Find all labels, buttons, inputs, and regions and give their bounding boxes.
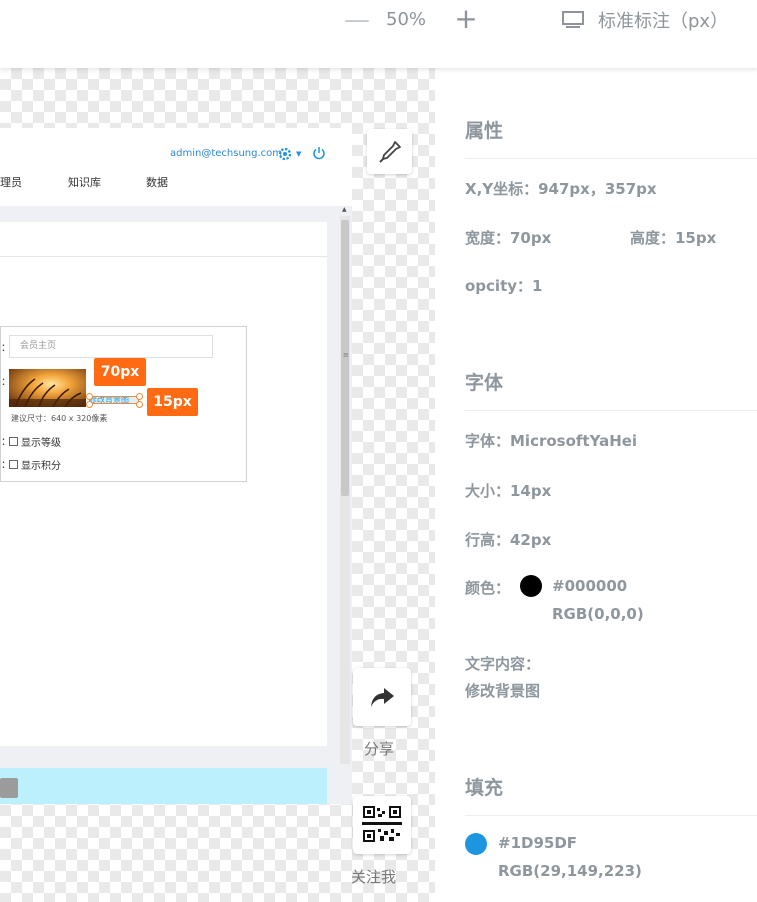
show-level-label: 显示等级 [21, 438, 61, 449]
selection-handle[interactable] [136, 401, 143, 408]
section-divider [465, 158, 757, 159]
power-icon[interactable] [312, 146, 326, 160]
height-value: 高度：15px [630, 229, 717, 247]
eyedropper-button[interactable] [367, 129, 412, 174]
fill-title: 填充 [465, 777, 504, 799]
font-title: 字体 [465, 372, 504, 394]
share-button[interactable] [353, 668, 411, 726]
text-content-value: 修改背景图 [465, 682, 541, 700]
selection-handle[interactable] [136, 393, 143, 400]
text-color-swatch [520, 575, 542, 597]
section-divider [465, 815, 757, 816]
homepage-title-input[interactable]: 会员主页 [9, 335, 213, 358]
design-canvas[interactable]: admin@techsung.com ▼ 理员 知识库 数据 ： 会员主页 ： [0, 68, 435, 902]
opacity-value: opcity：1 [465, 277, 543, 295]
width-dimension-tag: 70px [94, 358, 146, 386]
xy-coordinate: X,Y坐标：947px，357px [465, 180, 657, 198]
font-size-value: 大小：14px [465, 482, 552, 500]
settings-form-card: ： 会员主页 ： 修改背景图 建议尺寸：640 x 320像素 ： 显示等级 ：… [0, 326, 247, 482]
footer-button[interactable] [0, 778, 18, 798]
nav-item-admin[interactable]: 理员 [0, 174, 22, 190]
size-hint: 建议尺寸：640 x 320像素 [11, 414, 108, 423]
design-preview: admin@techsung.com ▼ 理员 知识库 数据 ： 会员主页 ： [0, 128, 352, 804]
zoom-level: 50% [386, 9, 427, 30]
content-panel: ： 会员主页 ： 修改背景图 建议尺寸：640 x 320像素 ： 显示等级 ：… [0, 222, 327, 746]
text-content-label: 文字内容： [465, 655, 541, 673]
show-points-label: 显示积分 [21, 461, 61, 472]
scroll-up-arrow[interactable]: ▲ [342, 206, 347, 213]
background-thumbnail [9, 369, 86, 407]
text-color-label: 颜色： [465, 579, 511, 597]
font-family-value: 字体：MicrosoftYaHei [465, 432, 638, 450]
height-dimension-tag: 15px [147, 388, 198, 416]
text-color-rgb: RGB(0,0,0) [552, 605, 644, 623]
design-header: admin@techsung.com ▼ 理员 知识库 数据 [0, 128, 352, 206]
monitor-icon [562, 11, 584, 28]
width-value: 宽度：70px [465, 229, 552, 247]
design-body: ： 会员主页 ： 修改背景图 建议尺寸：640 x 320像素 ： 显示等级 ：… [0, 206, 352, 804]
line-height-value: 行高：42px [465, 531, 552, 549]
attributes-title: 属性 [465, 120, 504, 142]
fill-color-rgb: RGB(29,149,223) [498, 862, 642, 880]
scrollbar-grip: ≡ [343, 351, 349, 359]
show-points-option[interactable]: 显示积分 [9, 457, 61, 472]
follow-label: 关注我 [351, 868, 397, 886]
qr-code-icon [362, 806, 402, 842]
nav-item-data[interactable]: 数据 [146, 174, 168, 190]
chevron-down-icon[interactable]: ▼ [296, 150, 301, 158]
section-divider [465, 410, 757, 411]
gear-icon[interactable] [277, 146, 293, 162]
annotation-mode-button[interactable]: 标准标注（px） [562, 6, 728, 34]
properties-panel: 属性 X,Y坐标：947px，357px 宽度：70px 高度：15px opc… [435, 68, 757, 902]
show-level-option[interactable]: 显示等级 [9, 434, 61, 449]
share-icon [371, 688, 394, 707]
text-color-hex: #000000 [552, 577, 628, 595]
annotation-mode-label: 标准标注（px） [598, 11, 729, 32]
selection-handle[interactable] [86, 393, 93, 400]
nav-item-knowledge[interactable]: 知识库 [68, 174, 101, 190]
fill-color-swatch [465, 833, 487, 855]
panel-divider [0, 256, 327, 257]
admin-email-link[interactable]: admin@techsung.com [170, 148, 282, 159]
show-points-checkbox[interactable] [9, 460, 18, 469]
footer-bar [0, 768, 327, 804]
selection-outline [89, 396, 139, 404]
zoom-out-button[interactable]: — [344, 7, 370, 33]
selection-handle[interactable] [86, 401, 93, 408]
share-label: 分享 [364, 740, 395, 758]
fill-color-hex: #1D95DF [498, 834, 578, 852]
follow-qr-button[interactable] [353, 796, 411, 854]
eyedropper-icon [378, 140, 401, 163]
show-level-checkbox[interactable] [9, 437, 18, 446]
zoom-in-button[interactable]: + [454, 5, 478, 34]
top-toolbar: — 50% + 标准标注（px） [0, 0, 757, 68]
